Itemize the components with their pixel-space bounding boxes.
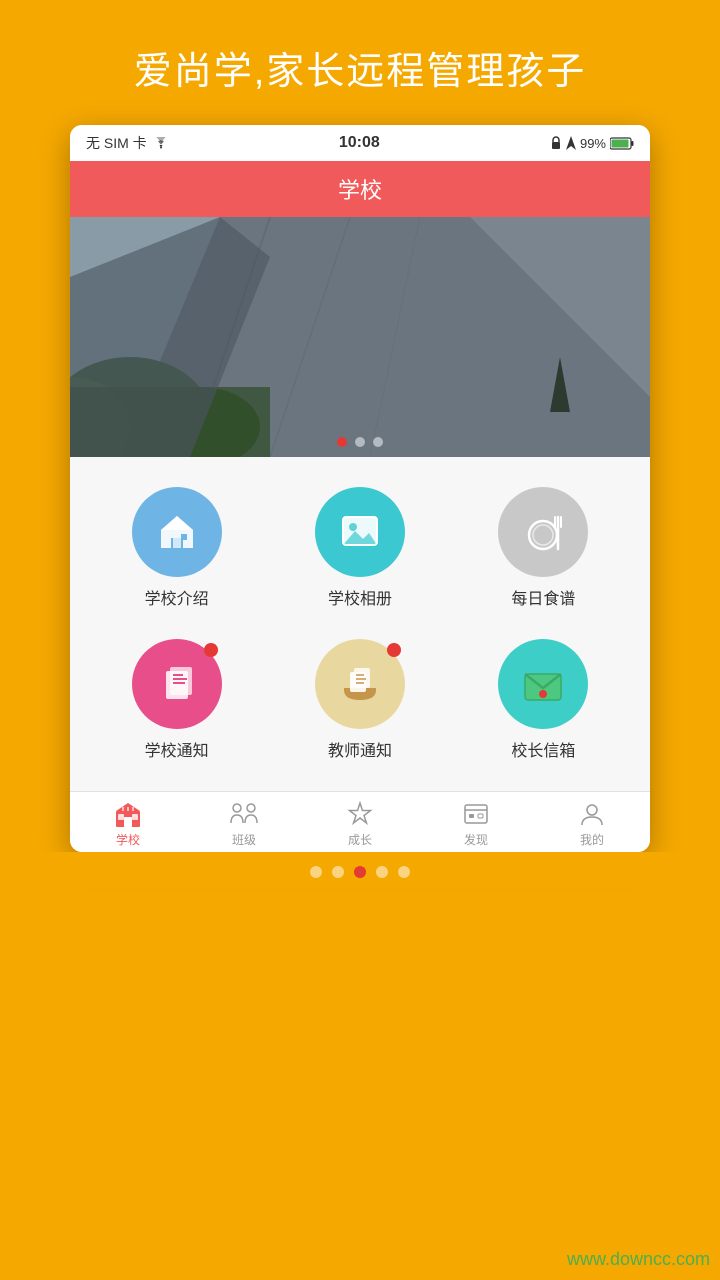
photo-icon — [335, 507, 385, 557]
wifi-icon — [153, 137, 169, 149]
bottom-dot-3[interactable] — [354, 866, 366, 878]
mail-icon — [517, 658, 569, 710]
tab-growth-label: 成长 — [348, 831, 372, 848]
school-intro-circle — [132, 487, 222, 577]
tab-mine-icon — [577, 800, 607, 828]
teacher-notice-circle — [315, 639, 405, 729]
tab-mine[interactable]: 我的 — [534, 800, 650, 848]
teacher-notice-label: 教师通知 — [328, 737, 392, 761]
banner-image — [70, 217, 650, 457]
bottom-dot-1[interactable] — [310, 866, 322, 878]
daily-menu-label: 每日食谱 — [511, 585, 575, 609]
tab-school[interactable]: 学校 — [70, 800, 186, 848]
menu-teacher-notice[interactable]: 教师通知 — [273, 629, 446, 771]
menu-daily-menu[interactable]: 每日食谱 — [457, 477, 630, 619]
tab-class-icon — [229, 800, 259, 828]
menu-school-intro[interactable]: 学校介绍 — [90, 477, 263, 619]
bottom-dot-4[interactable] — [376, 866, 388, 878]
banner-dot-2[interactable] — [355, 437, 365, 447]
battery-percent: 99% — [580, 136, 606, 151]
tab-bar: 学校 班级 成长 — [70, 791, 650, 852]
bottom-dot-5[interactable] — [398, 866, 410, 878]
tab-growth-icon — [345, 800, 375, 828]
status-right: 99% — [550, 136, 634, 151]
location-icon — [566, 136, 576, 150]
app-header: 学校 — [70, 161, 650, 217]
tab-school-label: 学校 — [116, 831, 140, 848]
home-icon — [153, 508, 201, 556]
phone-frame: 无 SIM 卡 10:08 99% — [70, 125, 650, 852]
sim-text: 无 SIM 卡 — [86, 133, 147, 153]
food-icon — [518, 507, 568, 557]
battery-icon — [610, 137, 634, 150]
tab-discover-label: 发现 — [464, 831, 488, 848]
school-notice-circle — [132, 639, 222, 729]
school-intro-label: 学校介绍 — [145, 585, 209, 609]
notice-icon — [152, 659, 202, 709]
tab-school-icon — [113, 800, 143, 828]
status-bar: 无 SIM 卡 10:08 99% — [70, 125, 650, 161]
tab-class[interactable]: 班级 — [186, 800, 302, 848]
tab-mine-label: 我的 — [580, 831, 604, 848]
app-top-title: 爱尚学,家长远程管理孩子 — [0, 0, 720, 125]
school-notice-label: 学校通知 — [145, 737, 209, 761]
school-album-label: 学校相册 — [328, 585, 392, 609]
inbox-icon — [334, 658, 386, 710]
banner-dot-1[interactable] — [337, 437, 347, 447]
status-time: 10:08 — [339, 134, 380, 152]
header-title: 学校 — [338, 178, 382, 203]
tab-class-label: 班级 — [232, 831, 256, 848]
tab-growth[interactable]: 成长 — [302, 800, 418, 848]
tab-discover[interactable]: 发现 — [418, 800, 534, 848]
banner-dots — [337, 437, 383, 447]
principal-box-label: 校长信箱 — [511, 737, 575, 761]
watermark: www.downcc.com — [567, 1249, 710, 1270]
bottom-dots — [0, 852, 720, 888]
banner-carousel[interactable] — [70, 217, 650, 457]
school-notice-badge — [204, 643, 218, 657]
daily-menu-circle — [498, 487, 588, 577]
menu-school-album[interactable]: 学校相册 — [273, 477, 446, 619]
bottom-dot-2[interactable] — [332, 866, 344, 878]
icon-grid: 学校介绍 学校相册 — [80, 477, 640, 771]
main-content: 学校介绍 学校相册 — [70, 457, 650, 791]
principal-box-circle — [498, 639, 588, 729]
menu-school-notice[interactable]: 学校通知 — [90, 629, 263, 771]
tab-discover-icon — [461, 800, 491, 828]
teacher-notice-badge — [387, 643, 401, 657]
school-album-circle — [315, 487, 405, 577]
banner-dot-3[interactable] — [373, 437, 383, 447]
lock-icon — [550, 136, 562, 150]
status-left: 无 SIM 卡 — [86, 133, 169, 153]
menu-principal-box[interactable]: 校长信箱 — [457, 629, 630, 771]
